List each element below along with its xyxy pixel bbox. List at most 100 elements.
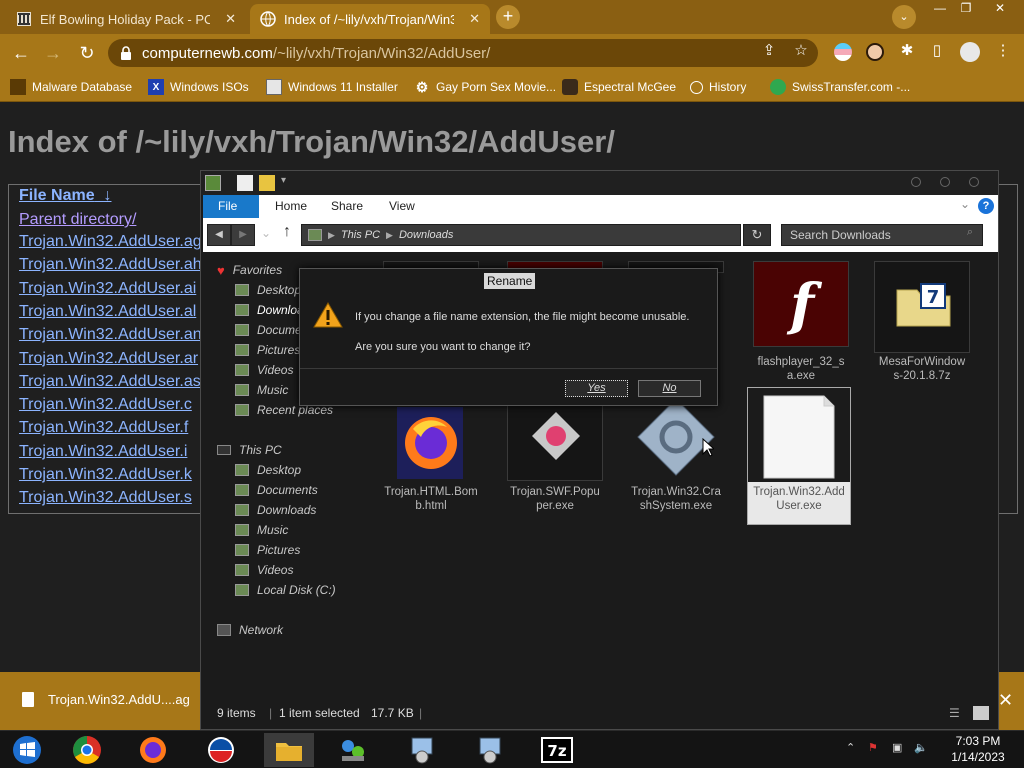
recent-locations-icon[interactable]: ⌄ — [261, 226, 271, 240]
back-icon[interactable]: ← — [8, 41, 34, 67]
file-link[interactable]: Trojan.Win32.AddUser.s — [19, 489, 192, 507]
new-folder-icon[interactable] — [259, 175, 275, 191]
forward-icon[interactable]: ▶ — [231, 224, 255, 246]
bookmark-star-icon[interactable]: ☆ — [790, 40, 812, 62]
new-tab-button[interactable]: + — [496, 5, 520, 29]
file-link[interactable]: Trojan.Win32.AddUser.ai — [19, 280, 196, 298]
file-link[interactable]: Trojan.Win32.AddUser.f — [19, 419, 188, 437]
file-link[interactable]: Trojan.Win32.AddUser.ar — [19, 350, 198, 368]
close-shelf-icon[interactable]: ✕ — [998, 690, 1013, 711]
file-name-column-header[interactable]: File Name ↓ — [19, 187, 111, 205]
nav-this-pc-item[interactable]: Videos — [235, 561, 293, 579]
tab-elf-bowling[interactable]: Elf Bowling Holiday Pack - PC gam ✕ — [6, 4, 246, 34]
search-input[interactable]: Search Downloads — [781, 224, 983, 246]
customize-quick-access-icon[interactable]: ▾ — [281, 175, 291, 191]
close-window-button[interactable]: ✕ — [984, 0, 1016, 18]
restore-button[interactable]: ❐ — [950, 0, 982, 18]
nav-favorites[interactable]: ♥ Favorites — [217, 261, 282, 279]
extension-avatar-icon[interactable] — [866, 43, 884, 61]
file-explorer-icon[interactable] — [264, 733, 314, 767]
nav-this-pc-item[interactable]: Documents — [235, 481, 318, 499]
tab-search-button[interactable]: ⌄ — [892, 5, 916, 29]
nav-this-pc-item[interactable]: Local Disk (C:) — [235, 581, 336, 599]
file-link[interactable]: Trojan.Win32.AddUser.ah — [19, 256, 202, 274]
ribbon-tab-view[interactable]: View — [379, 195, 425, 218]
ribbon-tab-home[interactable]: Home — [265, 195, 317, 218]
file-link[interactable]: Trojan.Win32.AddUser.k — [19, 466, 192, 484]
file-link[interactable]: Trojan.Win32.AddUser.ag — [19, 233, 202, 251]
nav-favorites-item[interactable]: Pictures — [235, 341, 300, 359]
extensions-puzzle-icon[interactable]: ✱ — [896, 40, 918, 62]
network-share-icon[interactable] — [330, 733, 376, 767]
nav-this-pc[interactable]: This PC — [217, 441, 282, 459]
nav-favorites-item[interactable]: Music — [235, 381, 288, 399]
maximize-button[interactable] — [940, 177, 950, 187]
nav-this-pc-item[interactable]: Desktop — [235, 461, 301, 479]
bookmark-windows-11-installer[interactable]: Windows 11 Installer — [266, 77, 398, 97]
file-link[interactable]: Trojan.Win32.AddUser.as — [19, 373, 201, 391]
nav-favorites-item[interactable]: Videos — [235, 361, 293, 379]
file-tile-html-bomb[interactable] — [383, 399, 479, 485]
action-center-flag-icon[interactable]: ⚑ — [868, 741, 878, 754]
back-icon[interactable]: ◀ — [207, 224, 231, 246]
chrome-icon[interactable] — [64, 733, 110, 767]
file-tile-mesa[interactable]: 7 — [874, 261, 970, 353]
nav-this-pc-item[interactable]: Music — [235, 521, 288, 539]
breadcrumb-this-pc[interactable]: This PC — [341, 229, 380, 241]
download-item[interactable]: Trojan.Win32.AddU....ag — [22, 692, 190, 707]
bookmark-gay-porn[interactable]: ⚙ Gay Porn Sex Movie... — [414, 77, 556, 97]
bookmark-malware-database[interactable]: Malware Database — [10, 77, 132, 97]
no-button[interactable]: No — [638, 380, 701, 397]
minimize-button[interactable] — [911, 177, 921, 187]
ribbon-tab-file[interactable]: File — [203, 195, 259, 218]
tab-index-adduser[interactable]: Index of /~lily/vxh/Trojan/Win3 ✕ — [250, 4, 490, 34]
properties-icon[interactable] — [237, 175, 253, 191]
explorer-breadcrumb[interactable]: ▶ This PC ▶ Downloads — [301, 224, 741, 246]
forward-icon[interactable]: → — [40, 41, 66, 67]
file-tile-flashplayer[interactable]: f — [753, 261, 849, 347]
close-window-button[interactable] — [969, 177, 979, 187]
details-view-icon[interactable]: ☰ — [949, 706, 960, 720]
7zip-icon[interactable]: 7z — [534, 733, 580, 767]
installer-icon-2[interactable] — [468, 733, 514, 767]
menu-kebab-icon[interactable]: ⋮ — [992, 40, 1014, 62]
bookmark-history[interactable]: History — [690, 77, 746, 97]
file-link[interactable]: Trojan.Win32.AddUser.al — [19, 303, 196, 321]
yes-button[interactable]: Yes — [565, 380, 628, 397]
reload-icon[interactable]: ↻ — [74, 41, 100, 67]
show-hidden-icons-icon[interactable]: ⌃ — [846, 741, 855, 754]
breadcrumb-downloads[interactable]: Downloads — [399, 229, 453, 241]
nav-this-pc-item[interactable]: Downloads — [235, 501, 316, 519]
address-bar[interactable]: computernewb.com/~lily/vxh/Trojan/Win32/… — [108, 39, 818, 67]
chevron-down-icon[interactable]: ⌄ — [960, 197, 970, 211]
nav-this-pc-item[interactable]: Pictures — [235, 541, 300, 559]
close-tab-icon[interactable]: ✕ — [469, 11, 480, 27]
system-clock[interactable]: 7:03 PM 1/14/2023 — [946, 733, 1010, 765]
refresh-icon[interactable]: ↻ — [743, 224, 771, 246]
close-tab-icon[interactable]: ✕ — [225, 11, 236, 27]
large-icons-view-icon[interactable] — [973, 706, 989, 720]
nav-favorites-item[interactable]: Desktop — [235, 281, 301, 299]
bookmark-windows-isos[interactable]: X Windows ISOs — [148, 77, 249, 97]
side-panel-icon[interactable]: ▯ — [926, 40, 948, 62]
bookmark-espectral-mcgee[interactable]: Espectral McGee — [562, 77, 676, 97]
nav-network[interactable]: Network — [217, 621, 283, 639]
network-status-icon[interactable]: ▣ — [892, 741, 902, 754]
up-arrow-icon[interactable]: ↑ — [283, 223, 291, 241]
firefox-icon[interactable] — [130, 733, 176, 767]
parent-directory-link[interactable]: Parent directory/ — [19, 211, 136, 229]
file-link[interactable]: Trojan.Win32.AddUser.an — [19, 326, 202, 344]
file-link[interactable]: Trojan.Win32.AddUser.c — [19, 396, 192, 414]
installer-icon[interactable] — [400, 733, 446, 767]
edge-logo-icon[interactable] — [198, 733, 244, 767]
windows-start-icon[interactable] — [4, 733, 50, 767]
ribbon-tab-share[interactable]: Share — [321, 195, 373, 218]
share-icon[interactable]: ⇪ — [758, 40, 780, 62]
volume-icon[interactable]: 🔈 — [914, 741, 928, 754]
help-icon[interactable]: ? — [978, 198, 994, 214]
search-icon[interactable]: ⌕ — [960, 226, 980, 244]
profile-avatar-icon[interactable] — [960, 42, 980, 62]
extension-flag-icon[interactable] — [834, 43, 852, 61]
file-link[interactable]: Trojan.Win32.AddUser.i — [19, 443, 187, 461]
bookmark-swisstransfer[interactable]: SwissTransfer.com -... — [770, 77, 910, 97]
